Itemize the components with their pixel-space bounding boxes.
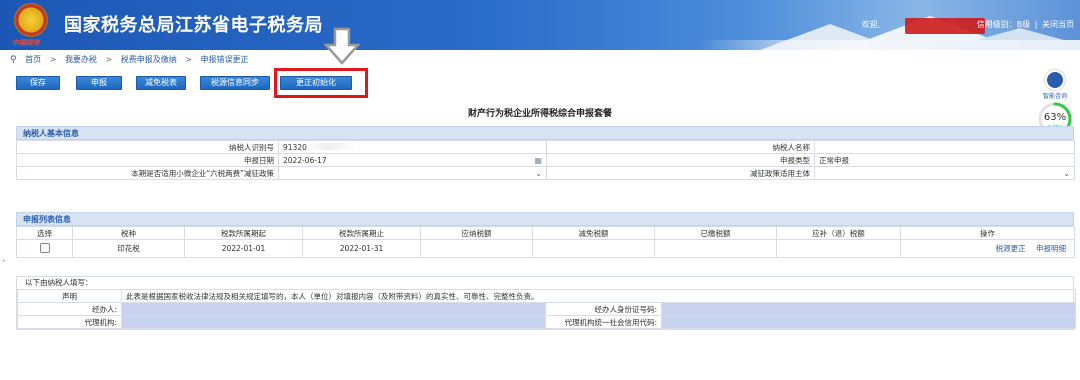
header-divider: | [1034, 20, 1038, 29]
declare-date-label: 申报日期 [16, 153, 279, 167]
handler-id-input[interactable] [661, 302, 1076, 316]
close-page-link[interactable]: 关闭当页 [1042, 20, 1074, 29]
highlight-box [274, 68, 368, 98]
down-arrow-icon [323, 27, 361, 65]
col-reduction: 减免税额 [532, 226, 655, 240]
declare-list-heading: 申报列表信息 [16, 212, 1074, 226]
tax-source-sync-button[interactable]: 税源信息同步 [200, 76, 270, 90]
row-checkbox[interactable] [39, 242, 50, 253]
tax-emblem-icon [14, 3, 48, 37]
row-paid [654, 239, 777, 258]
policy-subject-label: 减征政策适用主体 [546, 166, 815, 180]
credit-level: 信用级别：B级 [976, 20, 1031, 29]
col-payable: 应纳税额 [420, 226, 533, 240]
header-user-bar: 欢迎, 信用级别：B级 | 关闭当页 [860, 19, 1074, 30]
breadcrumb-separator: > [185, 55, 192, 64]
taxpayer-id-label: 纳税人识别号 [16, 140, 279, 154]
location-pin-icon: ⚲ [10, 55, 17, 65]
handler-input[interactable] [121, 302, 546, 316]
breadcrumb-separator: > [105, 55, 113, 64]
declaration-section: 以下由纳税人填写： 声明 此表是根据国家税收法律法规及相关规定填写的，本人（单位… [16, 276, 1076, 330]
header-snow [700, 40, 1080, 50]
statement-text: 此表是根据国家税收法律法规及相关规定填写的，本人（单位）对填报内容（及附带资料）… [121, 289, 1076, 303]
redacted-username [882, 20, 972, 29]
table-header-row: 选择 税种 税款所属期起 税款所属期止 应纳税额 减免税额 已缴税额 应补（退）… [16, 226, 1075, 240]
agency-label: 代理机构: [17, 315, 122, 329]
emblem-caption: 中国税务 [12, 38, 40, 47]
declare-type-label: 申报类型 [546, 153, 815, 167]
row-period-start: 2022-01-01 [184, 239, 303, 258]
calendar-icon[interactable]: ▦ [534, 156, 542, 165]
declare-date-field[interactable]: 2022-06-17 ▦ [278, 153, 547, 167]
declare-list-table: 选择 税种 税款所属期起 税款所属期止 应纳税额 减免税额 已缴税额 应补（退）… [16, 226, 1075, 258]
customer-service-label: 智能咨询 [1042, 93, 1067, 100]
small-business-policy-label: 本期是否适用小微企业“六税两费”减征政策 [16, 166, 279, 180]
breadcrumb-separator: > [49, 55, 57, 64]
col-tax-type: 税种 [72, 226, 185, 240]
welcome-text: 欢迎, [861, 20, 881, 29]
declare-type-value: 正常申报 [814, 153, 1075, 167]
agency-input[interactable] [121, 315, 546, 329]
row-select-cell [16, 239, 73, 258]
basic-info-heading: 纳税人基本信息 [16, 126, 1074, 140]
policy-subject-select[interactable]: ⌄ [814, 166, 1075, 180]
statement-label: 声明 [17, 289, 122, 303]
breadcrumb-correction[interactable]: 申报错误更正 [201, 55, 249, 64]
chevron-down-icon: ⌄ [1063, 168, 1070, 178]
col-select: 选择 [16, 226, 73, 240]
declare-detail-link[interactable]: 申报明细 [1036, 244, 1066, 253]
breadcrumb-declare-pay[interactable]: 税费申报及缴纳 [121, 55, 177, 64]
basic-info-table: 纳税人识别号 91320 纳税人名称 申报日期 2022-06-17 ▦ 申报类型… [16, 140, 1075, 180]
row-payable [420, 239, 533, 258]
taxpayer-name-field[interactable] [814, 140, 1075, 154]
row-balance [776, 239, 901, 258]
left-marker: • [2, 258, 6, 265]
declare-list-section: 申报列表信息 选择 税种 税款所属期起 税款所属期止 应纳税额 减免税额 已缴税… [16, 212, 1075, 258]
table-row: 印花税 2022-01-01 2022-01-31 税源更正 申报明细 [16, 239, 1075, 258]
handler-id-label: 经办人身份证号码: [545, 302, 662, 316]
breadcrumb-my-tax[interactable]: 我要办税 [65, 55, 97, 64]
breadcrumb-home[interactable]: 首页 [25, 55, 41, 64]
page-title: 财产行为税企业所得税综合申报套餐 [467, 109, 612, 119]
small-business-policy-select[interactable]: ⌄ [278, 166, 547, 180]
col-period-end: 税款所属期止 [302, 226, 421, 240]
col-actions: 操作 [900, 226, 1075, 240]
save-button[interactable]: 保存 [16, 76, 60, 90]
row-tax-type: 印花税 [72, 239, 185, 258]
declaration-table: 声明 此表是根据国家税收法律法规及相关规定填写的，本人（单位）对填报内容（及附带… [17, 289, 1076, 329]
taxpayer-name-label: 纳税人名称 [546, 140, 815, 154]
breadcrumb: ⚲ 首页 > 我要办税 > 税费申报及缴纳 > 申报错误更正 [10, 54, 249, 66]
row-reduction [532, 239, 655, 258]
declaration-note: 以下由纳税人填写： [25, 278, 93, 287]
customer-service-widget[interactable]: 智能咨询 [1038, 70, 1072, 100]
declare-button[interactable]: 申报 [76, 76, 122, 90]
customer-service-icon [1045, 70, 1065, 90]
col-period-start: 税款所属期起 [184, 226, 303, 240]
agency-code-label: 代理机构统一社会信用代码: [545, 315, 662, 329]
row-actions: 税源更正 申报明细 [900, 239, 1075, 258]
agency-code-input[interactable] [661, 315, 1076, 329]
reduction-form-button[interactable]: 减免税表 [136, 76, 186, 90]
col-balance: 应补（退）税额 [776, 226, 901, 240]
site-title: 国家税务总局江苏省电子税务局 [64, 15, 323, 36]
col-paid: 已缴税额 [654, 226, 777, 240]
taxpayer-id-field[interactable]: 91320 [278, 140, 547, 154]
chevron-down-icon: ⌄ [535, 168, 542, 178]
site-header: 中国税务 国家税务总局江苏省电子税务局 欢迎, 信用级别：B级 | 关闭当页 [0, 0, 1080, 50]
row-period-end: 2022-01-31 [302, 239, 421, 258]
handler-label: 经办人: [17, 302, 122, 316]
basic-info-section: 纳税人基本信息 纳税人识别号 91320 纳税人名称 申报日期 2022-06-… [16, 126, 1075, 180]
tax-source-correction-link[interactable]: 税源更正 [996, 244, 1026, 253]
